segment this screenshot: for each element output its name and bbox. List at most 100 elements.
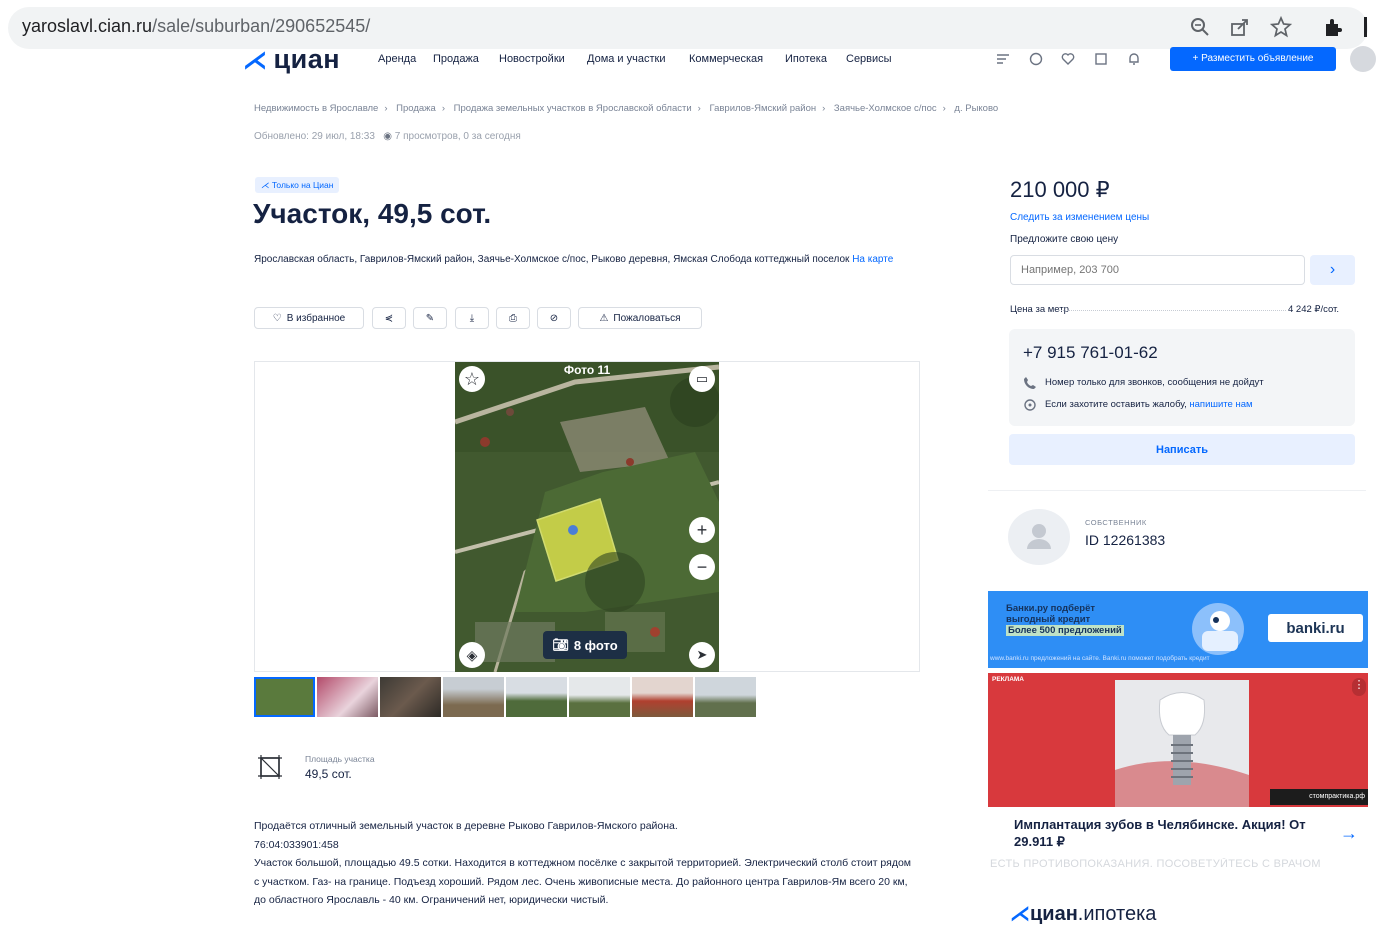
menu-dots-icon[interactable] (1364, 17, 1367, 37)
compare-icon[interactable] (996, 52, 1010, 66)
cian-logo-icon: ⋌ (1010, 903, 1030, 925)
eye-icon: ◉ (383, 131, 392, 142)
all-photos-button[interactable]: 📷︎ 8 фото (543, 631, 627, 659)
ad-menu-icon[interactable]: ⋮ (1352, 678, 1366, 696)
notifications-bell-icon[interactable] (1127, 52, 1141, 66)
zoom-icon[interactable] (1189, 16, 1211, 38)
follow-price-link[interactable]: Следить за изменением цены (1010, 212, 1149, 223)
cian-ipoteka-suffix: .ипотека (1077, 903, 1157, 925)
satellite-map-image (455, 362, 719, 672)
zoom-out-button[interactable]: − (689, 554, 715, 580)
thumbnail[interactable] (443, 677, 504, 717)
badge-text: Только на Циан (271, 180, 334, 190)
breadcrumb-item[interactable]: Недвижимость в Ярославле (254, 103, 378, 114)
cian-ipoteka-logo[interactable]: ⋌циан.ипотека (1010, 901, 1156, 926)
thumbnail[interactable] (695, 677, 756, 717)
nav-sale[interactable]: Продажа (433, 53, 479, 65)
share-button[interactable]: ⋞ (372, 307, 406, 329)
chat-icon[interactable] (1029, 52, 1043, 66)
extensions-icon[interactable] (1322, 16, 1344, 38)
post-ad-button[interactable]: + Разместить объявление (1170, 47, 1336, 71)
locate-button[interactable]: ➤ (689, 642, 715, 668)
photo-counter-label: Фото 11 (563, 363, 611, 377)
nav-services[interactable]: Сервисы (846, 53, 892, 65)
description: Продаётся отличный земельный участок в д… (254, 817, 914, 910)
address: Ярославская область, Гаврилов-Ямский рай… (254, 252, 914, 267)
write-message-button[interactable]: Написать (1009, 434, 1355, 465)
breadcrumb-item[interactable]: Продажа земельных участков в Ярославской… (454, 103, 692, 114)
offer-price-input[interactable] (1010, 255, 1305, 285)
add-to-favorites-button[interactable]: ♡ В избранное (254, 307, 364, 329)
nav-new-buildings[interactable]: Новостройки (499, 53, 565, 65)
logo-text: циан (273, 44, 341, 74)
chevron-right-icon: › (1329, 261, 1336, 278)
description-paragraph: Участок большой, площадью 49.5 сотки. На… (254, 857, 912, 907)
thumbnail[interactable] (569, 677, 630, 717)
thumbnail[interactable] (254, 677, 315, 717)
offer-submit-button[interactable]: › (1310, 255, 1355, 285)
nav-houses-plots[interactable]: Дома и участки (587, 53, 665, 65)
banki-line: Более 500 предложений (1006, 625, 1124, 636)
complaint-link[interactable]: напишите нам (1189, 399, 1252, 410)
url-text[interactable]: yaroslavl.cian.ru/sale/suburban/29065254… (22, 16, 370, 37)
main-photo[interactable] (455, 362, 719, 672)
search-history-icon[interactable] (1094, 52, 1108, 66)
nav-commercial[interactable]: Коммерческая (689, 53, 763, 65)
plus-icon: + (696, 519, 708, 540)
page-title: Участок, 49,5 сот. (253, 198, 492, 229)
print-button[interactable]: ⎙ (496, 307, 530, 329)
note-button[interactable]: ✎ (413, 307, 447, 329)
description-paragraph: Продаётся отличный земельный участок в д… (254, 820, 678, 832)
thumbnail[interactable] (506, 677, 567, 717)
banki-ad-text: Банки.ру подберёт выгодный кредит Более … (1006, 603, 1124, 636)
ruler-icon: ▭ (695, 371, 709, 386)
area-icon (258, 755, 282, 779)
thumbnail[interactable] (317, 677, 378, 717)
thumbnail[interactable] (380, 677, 441, 717)
bookmark-star-icon[interactable] (1270, 16, 1292, 38)
breadcrumb-item[interactable]: Гаврилов-Ямский район (709, 103, 816, 114)
breadcrumb-item[interactable]: д. Рыково (954, 103, 998, 114)
print-icon: ⎙ (509, 312, 517, 324)
ruler-button[interactable]: ▭ (689, 366, 715, 392)
exclusive-badge: ⋌ Только на Циан (255, 177, 340, 193)
thumbnail[interactable] (632, 677, 693, 717)
share-nodes-icon: ⋞ (384, 312, 394, 324)
phone-number[interactable]: +7 915 761-01-62 (1023, 343, 1158, 363)
nav-mortgage[interactable]: Ипотека (785, 53, 827, 65)
warning-icon: ⚠ (599, 312, 609, 324)
complain-button[interactable]: ⚠ Пожаловаться (578, 307, 702, 329)
cadastral-number: 76:04:033901:458 (254, 838, 339, 851)
pencil-icon: ✎ (425, 312, 435, 324)
navigation-arrow-icon: ➤ (696, 647, 708, 662)
favorite-label: В избранное (286, 312, 346, 324)
cian-ipoteka-brand: циан (1030, 903, 1078, 925)
share-icon[interactable] (1229, 16, 1251, 38)
breadcrumb-item[interactable]: Заячье-Холмское с/пос (834, 103, 937, 114)
implant-headline[interactable]: Имплантация зубов в Челябинске. Акция! О… (1014, 816, 1324, 850)
favorites-heart-icon[interactable] (1061, 52, 1075, 66)
updated-date: Обновлено: 29 июл, 18:33 (254, 131, 375, 142)
breadcrumb-item[interactable]: Продажа (396, 103, 436, 114)
dental-implant-image (1115, 680, 1249, 807)
user-avatar[interactable] (1350, 46, 1376, 72)
cian-mini-icon: ⋌ (261, 180, 272, 190)
cian-logo[interactable]: ⋌ циан (243, 44, 340, 75)
map-link[interactable]: На карте (852, 254, 893, 265)
cian-logo-icon: ⋌ (243, 47, 268, 74)
favorite-photo-button[interactable]: ☆ (459, 366, 485, 392)
banki-line: Банки.ру подберёт (1006, 603, 1096, 614)
hide-button[interactable]: ⊘ (537, 307, 571, 329)
layers-button[interactable]: ◈ (459, 642, 485, 668)
heart-icon: ♡ (272, 312, 282, 324)
implant-site-label: стомпрактика.рф (1270, 789, 1368, 805)
price-per-value: 4 242 ₽/сот. (1288, 304, 1339, 315)
complain-label: Пожаловаться (613, 312, 681, 324)
zoom-in-button[interactable]: + (689, 517, 715, 543)
area-label: Площадь участка (305, 754, 375, 764)
nav-rent[interactable]: Аренда (378, 53, 416, 65)
banki-logo: banki.ru (1268, 614, 1363, 642)
arrow-right-icon[interactable]: → (1340, 823, 1358, 844)
area-value: 49,5 сот. (305, 767, 352, 781)
download-button[interactable]: ⤓ (455, 307, 489, 329)
